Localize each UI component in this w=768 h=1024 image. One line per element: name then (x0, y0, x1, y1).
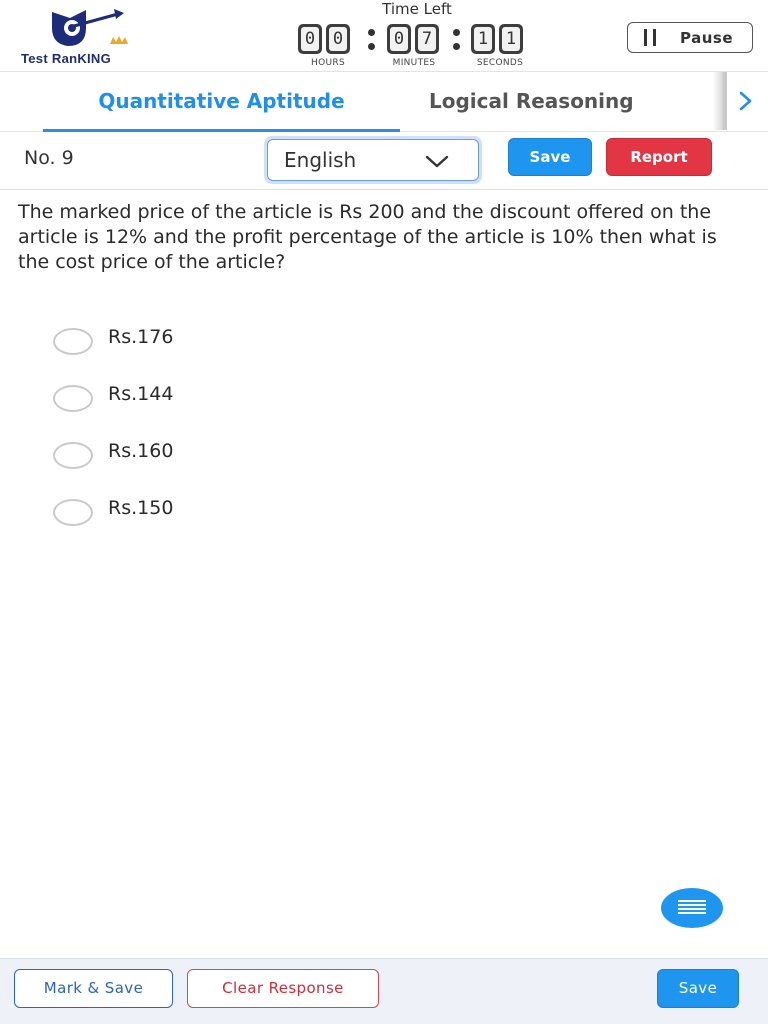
save-next-button[interactable]: Save (657, 969, 739, 1008)
question-number: No. 9 (24, 147, 74, 169)
time-left-label: Time Left (382, 0, 452, 18)
menu-lines-icon (678, 900, 706, 916)
timer-separator (368, 27, 375, 53)
radio-button[interactable] (53, 328, 93, 355)
answer-option-2[interactable]: Rs.144 (53, 377, 553, 434)
radio-button[interactable] (53, 499, 93, 526)
timer-digit-hours-1: 0 (298, 24, 322, 54)
answer-option-4[interactable]: Rs.150 (53, 491, 553, 548)
chevron-right-icon (739, 91, 752, 111)
minutes-label: MINUTES (392, 58, 436, 68)
tabs-next-button[interactable] (732, 86, 760, 116)
app-header: Test RanKING Time Left 0 0 0 7 1 1 HOURS… (0, 0, 768, 72)
seconds-label: SECONDS (476, 58, 524, 68)
timer-separator (453, 27, 460, 53)
tab-logical-reasoning[interactable]: Logical Reasoning (429, 72, 634, 132)
question-text: The marked price of the article is Rs 20… (18, 201, 717, 273)
pause-label: Pause (680, 29, 733, 47)
timer-digit-hours-2: 0 (326, 24, 350, 54)
hours-label: HOURS (311, 58, 345, 68)
save-button[interactable]: Save (508, 138, 592, 176)
countdown-timer: Time Left 0 0 0 7 1 1 HOURS MINUTES SECO… (296, 0, 528, 72)
language-select-box: English (267, 139, 479, 181)
language-select[interactable]: English (264, 136, 482, 184)
timer-digit-minutes-2: 7 (415, 24, 439, 54)
logo-text: Test RanKING (21, 51, 112, 66)
answer-option-3[interactable]: Rs.160 (53, 434, 553, 491)
timer-digit-minutes-1: 0 (387, 24, 411, 54)
pause-button[interactable]: Pause (627, 22, 753, 53)
question-toolbar: No. 9 English Save Report (0, 133, 768, 190)
section-tabs: Quantitative Aptitude Logical Reasoning (0, 72, 768, 132)
target-arrow-logo-icon (52, 9, 128, 46)
app-logo: Test RanKING (18, 6, 148, 68)
timer-digit-seconds-1: 1 (471, 24, 495, 54)
answer-options: Rs.176 Rs.144 Rs.160 Rs.150 (53, 320, 553, 548)
tab-quantitative-aptitude[interactable]: Quantitative Aptitude (43, 72, 400, 132)
mark-and-save-button[interactable]: Mark & Save (14, 969, 173, 1008)
tab-scroll-fade (713, 72, 727, 130)
question-menu-button[interactable] (661, 888, 723, 928)
option-label: Rs.150 (108, 497, 174, 519)
pause-icon (643, 29, 657, 46)
chevron-down-icon (425, 155, 449, 168)
report-button[interactable]: Report (606, 138, 712, 176)
clear-response-button[interactable]: Clear Response (187, 969, 379, 1008)
option-label: Rs.176 (108, 326, 174, 348)
language-value: English (284, 148, 357, 172)
action-footer: Mark & Save Clear Response Save (0, 958, 768, 1024)
radio-button[interactable] (53, 442, 93, 469)
radio-button[interactable] (53, 385, 93, 412)
option-label: Rs.144 (108, 383, 174, 405)
answer-option-1[interactable]: Rs.176 (53, 320, 553, 377)
option-label: Rs.160 (108, 440, 174, 462)
timer-digit-seconds-2: 1 (499, 24, 523, 54)
